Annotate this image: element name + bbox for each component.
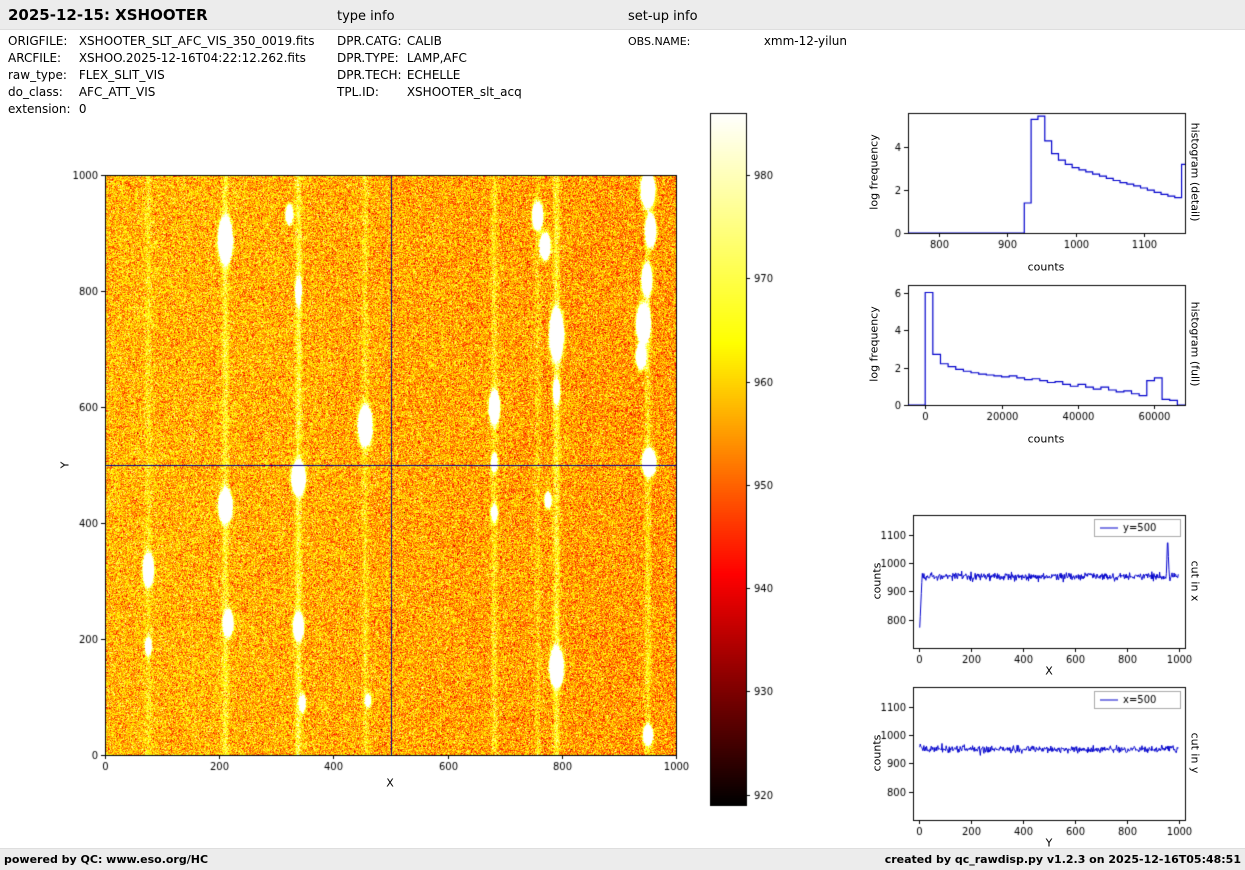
extension-label: extension:: [8, 102, 75, 116]
cut-y-ylabel: counts: [871, 735, 884, 772]
meta-row-rawtype: raw_type: FLEX_SLIT_VIS: [8, 68, 165, 82]
header-bar: 2025-12-15: XSHOOTER type info set-up in…: [0, 0, 1245, 30]
footer-created-by: created by qc_rawdisp.py v1.2.3 on 2025-…: [885, 853, 1241, 866]
cut-in-y-canvas: [865, 679, 1205, 849]
tplid-value: XSHOOTER_slt_acq: [407, 85, 522, 99]
dprtech-value: ECHELLE: [407, 68, 461, 82]
main-yaxis-label: Y: [59, 462, 72, 469]
hist-full-side-label: histogram (full): [1189, 302, 1202, 387]
hist-detail-xlabel: counts: [1028, 261, 1065, 274]
dprcatg-label: DPR.CATG:: [337, 34, 403, 48]
dprtype-label: DPR.TYPE:: [337, 51, 403, 65]
tplid-label: TPL.ID:: [337, 85, 403, 99]
raw-image-canvas: [60, 165, 710, 790]
meta-row-tplid: TPL.ID: XSHOOTER_slt_acq: [337, 85, 522, 99]
cut-in-x-canvas: [865, 507, 1205, 677]
meta-row-doclass: do_class: AFC_ATT_VIS: [8, 85, 155, 99]
cut-x-side-label: cut in x: [1189, 561, 1202, 602]
rawtype-label: raw_type:: [8, 68, 75, 82]
footer-bar: powered by QC: www.eso.org/HC created by…: [0, 848, 1245, 870]
meta-row-arcfile: ARCFILE: XSHOO.2025-12-16T04:22:12.262.f…: [8, 51, 306, 65]
hist-detail-ylabel: log frequency: [868, 134, 881, 209]
doclass-label: do_class:: [8, 85, 75, 99]
meta-row-origfile: ORIGFILE: XSHOOTER_SLT_AFC_VIS_350_0019.…: [8, 34, 314, 48]
rawtype-value: FLEX_SLIT_VIS: [79, 68, 165, 82]
hist-full-ylabel: log frequency: [868, 306, 881, 381]
main-xaxis-label: X: [386, 777, 394, 790]
histogram-detail-canvas: [860, 105, 1205, 270]
type-info-heading: type info: [337, 9, 395, 24]
cut-x-xlabel: X: [1045, 665, 1053, 678]
colorbar-canvas: [708, 111, 798, 811]
meta-row-dprcatg: DPR.CATG: CALIB: [337, 34, 442, 48]
obsname-label: OBS.NAME:: [628, 35, 760, 48]
origfile-label: ORIGFILE:: [8, 34, 75, 48]
arcfile-value: XSHOO.2025-12-16T04:22:12.262.fits: [79, 51, 306, 65]
histogram-full-canvas: [860, 277, 1205, 442]
hist-detail-side-label: histogram (detail): [1189, 123, 1202, 222]
setup-info-heading: set-up info: [628, 9, 698, 24]
arcfile-label: ARCFILE:: [8, 51, 75, 65]
extension-value: 0: [79, 102, 87, 116]
doclass-value: AFC_ATT_VIS: [79, 85, 156, 99]
dprtype-value: LAMP,AFC: [407, 51, 467, 65]
meta-row-obsname: OBS.NAME: xmm-12-yilun: [628, 34, 847, 48]
qc-report-page: 2025-12-15: XSHOOTER type info set-up in…: [0, 0, 1245, 870]
obsname-value: xmm-12-yilun: [764, 34, 847, 48]
footer-powered-by: powered by QC: www.eso.org/HC: [4, 853, 208, 866]
origfile-value: XSHOOTER_SLT_AFC_VIS_350_0019.fits: [79, 34, 315, 48]
page-title: 2025-12-15: XSHOOTER: [8, 6, 208, 24]
meta-row-dprtech: DPR.TECH: ECHELLE: [337, 68, 460, 82]
hist-full-xlabel: counts: [1028, 433, 1065, 446]
meta-row-extension: extension: 0: [8, 102, 86, 116]
meta-row-dprtype: DPR.TYPE: LAMP,AFC: [337, 51, 467, 65]
dprtech-label: DPR.TECH:: [337, 68, 403, 82]
cut-y-side-label: cut in y: [1189, 733, 1202, 774]
cut-x-ylabel: counts: [871, 563, 884, 600]
dprcatg-value: CALIB: [407, 34, 442, 48]
